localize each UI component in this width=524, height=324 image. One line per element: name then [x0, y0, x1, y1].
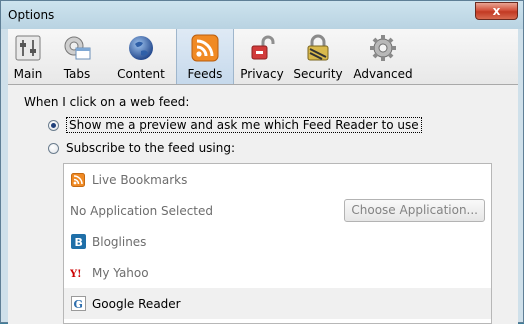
choose-application-button[interactable]: Choose Application...	[344, 199, 485, 222]
bloglines-icon: B	[70, 234, 86, 250]
security-padlock-icon	[303, 33, 333, 63]
feed-reader-list[interactable]: Live Bookmarks No Application Selected C…	[63, 163, 492, 324]
tab-feeds[interactable]: Feeds	[176, 29, 234, 84]
rss-small-icon	[70, 172, 86, 188]
svg-text:G: G	[73, 298, 82, 311]
list-item-label: Google Reader	[92, 296, 181, 311]
svg-text:B: B	[74, 236, 82, 249]
preview-option[interactable]: Show me a preview and ask me which Feed …	[48, 117, 422, 133]
list-item-label: Bloglines	[92, 234, 147, 249]
google-icon: G	[70, 296, 86, 312]
tab-security[interactable]: Security	[290, 29, 346, 84]
list-item-google-reader[interactable]: G Google Reader	[64, 288, 491, 319]
list-item-bloglines[interactable]: B Bloglines	[64, 226, 491, 257]
tab-security-label: Security	[293, 67, 343, 81]
close-button[interactable]: x	[475, 2, 518, 20]
list-item-label: Live Bookmarks	[92, 172, 188, 187]
tab-privacy[interactable]: Privacy	[234, 29, 290, 84]
tab-main[interactable]: Main	[8, 29, 48, 84]
tab-feeds-label: Feeds	[187, 67, 223, 81]
preview-radio[interactable]	[48, 119, 59, 131]
preview-option-label: Show me a preview and ask me which Feed …	[66, 117, 422, 133]
subscribe-option-label: Subscribe to the feed using:	[66, 141, 236, 155]
feeds-panel: When I click on a web feed: Show me a pr…	[8, 85, 518, 324]
yahoo-icon: Y!	[70, 265, 86, 281]
title-bar[interactable]: Options x	[1, 1, 523, 29]
svg-text:Y!: Y!	[70, 269, 82, 279]
tab-main-label: Main	[13, 67, 43, 81]
privacy-lock-icon	[247, 33, 277, 63]
list-item-label: No Application Selected	[70, 203, 214, 218]
tab-content-label: Content	[117, 67, 165, 81]
options-window: Options x Main Tabs Content Feeds Privac…	[0, 0, 524, 324]
tab-privacy-label: Privacy	[240, 67, 284, 81]
tab-advanced-label: Advanced	[353, 67, 413, 81]
tabs-icon	[62, 33, 92, 63]
rss-feed-icon	[190, 33, 220, 63]
list-item-no-application[interactable]: No Application Selected Choose Applicati…	[64, 195, 491, 226]
list-item-my-yahoo[interactable]: Y! My Yahoo	[64, 257, 491, 288]
subscribe-radio[interactable]	[48, 142, 59, 154]
advanced-gear-icon	[368, 33, 398, 63]
options-toolbar: Main Tabs Content Feeds Privacy Security…	[8, 29, 518, 85]
main-panel-icon	[13, 33, 43, 63]
subscribe-option[interactable]: Subscribe to the feed using:	[48, 141, 235, 155]
tab-advanced[interactable]: Advanced	[346, 29, 420, 84]
tab-content[interactable]: Content	[106, 29, 176, 84]
tab-tabs[interactable]: Tabs	[48, 29, 106, 84]
tab-tabs-label: Tabs	[63, 67, 91, 81]
window-title: Options	[8, 8, 55, 22]
list-item-live-bookmarks[interactable]: Live Bookmarks	[64, 164, 491, 195]
feeds-heading: When I click on a web feed:	[24, 95, 190, 109]
content-globe-icon	[126, 33, 156, 63]
list-item-label: My Yahoo	[92, 265, 149, 280]
